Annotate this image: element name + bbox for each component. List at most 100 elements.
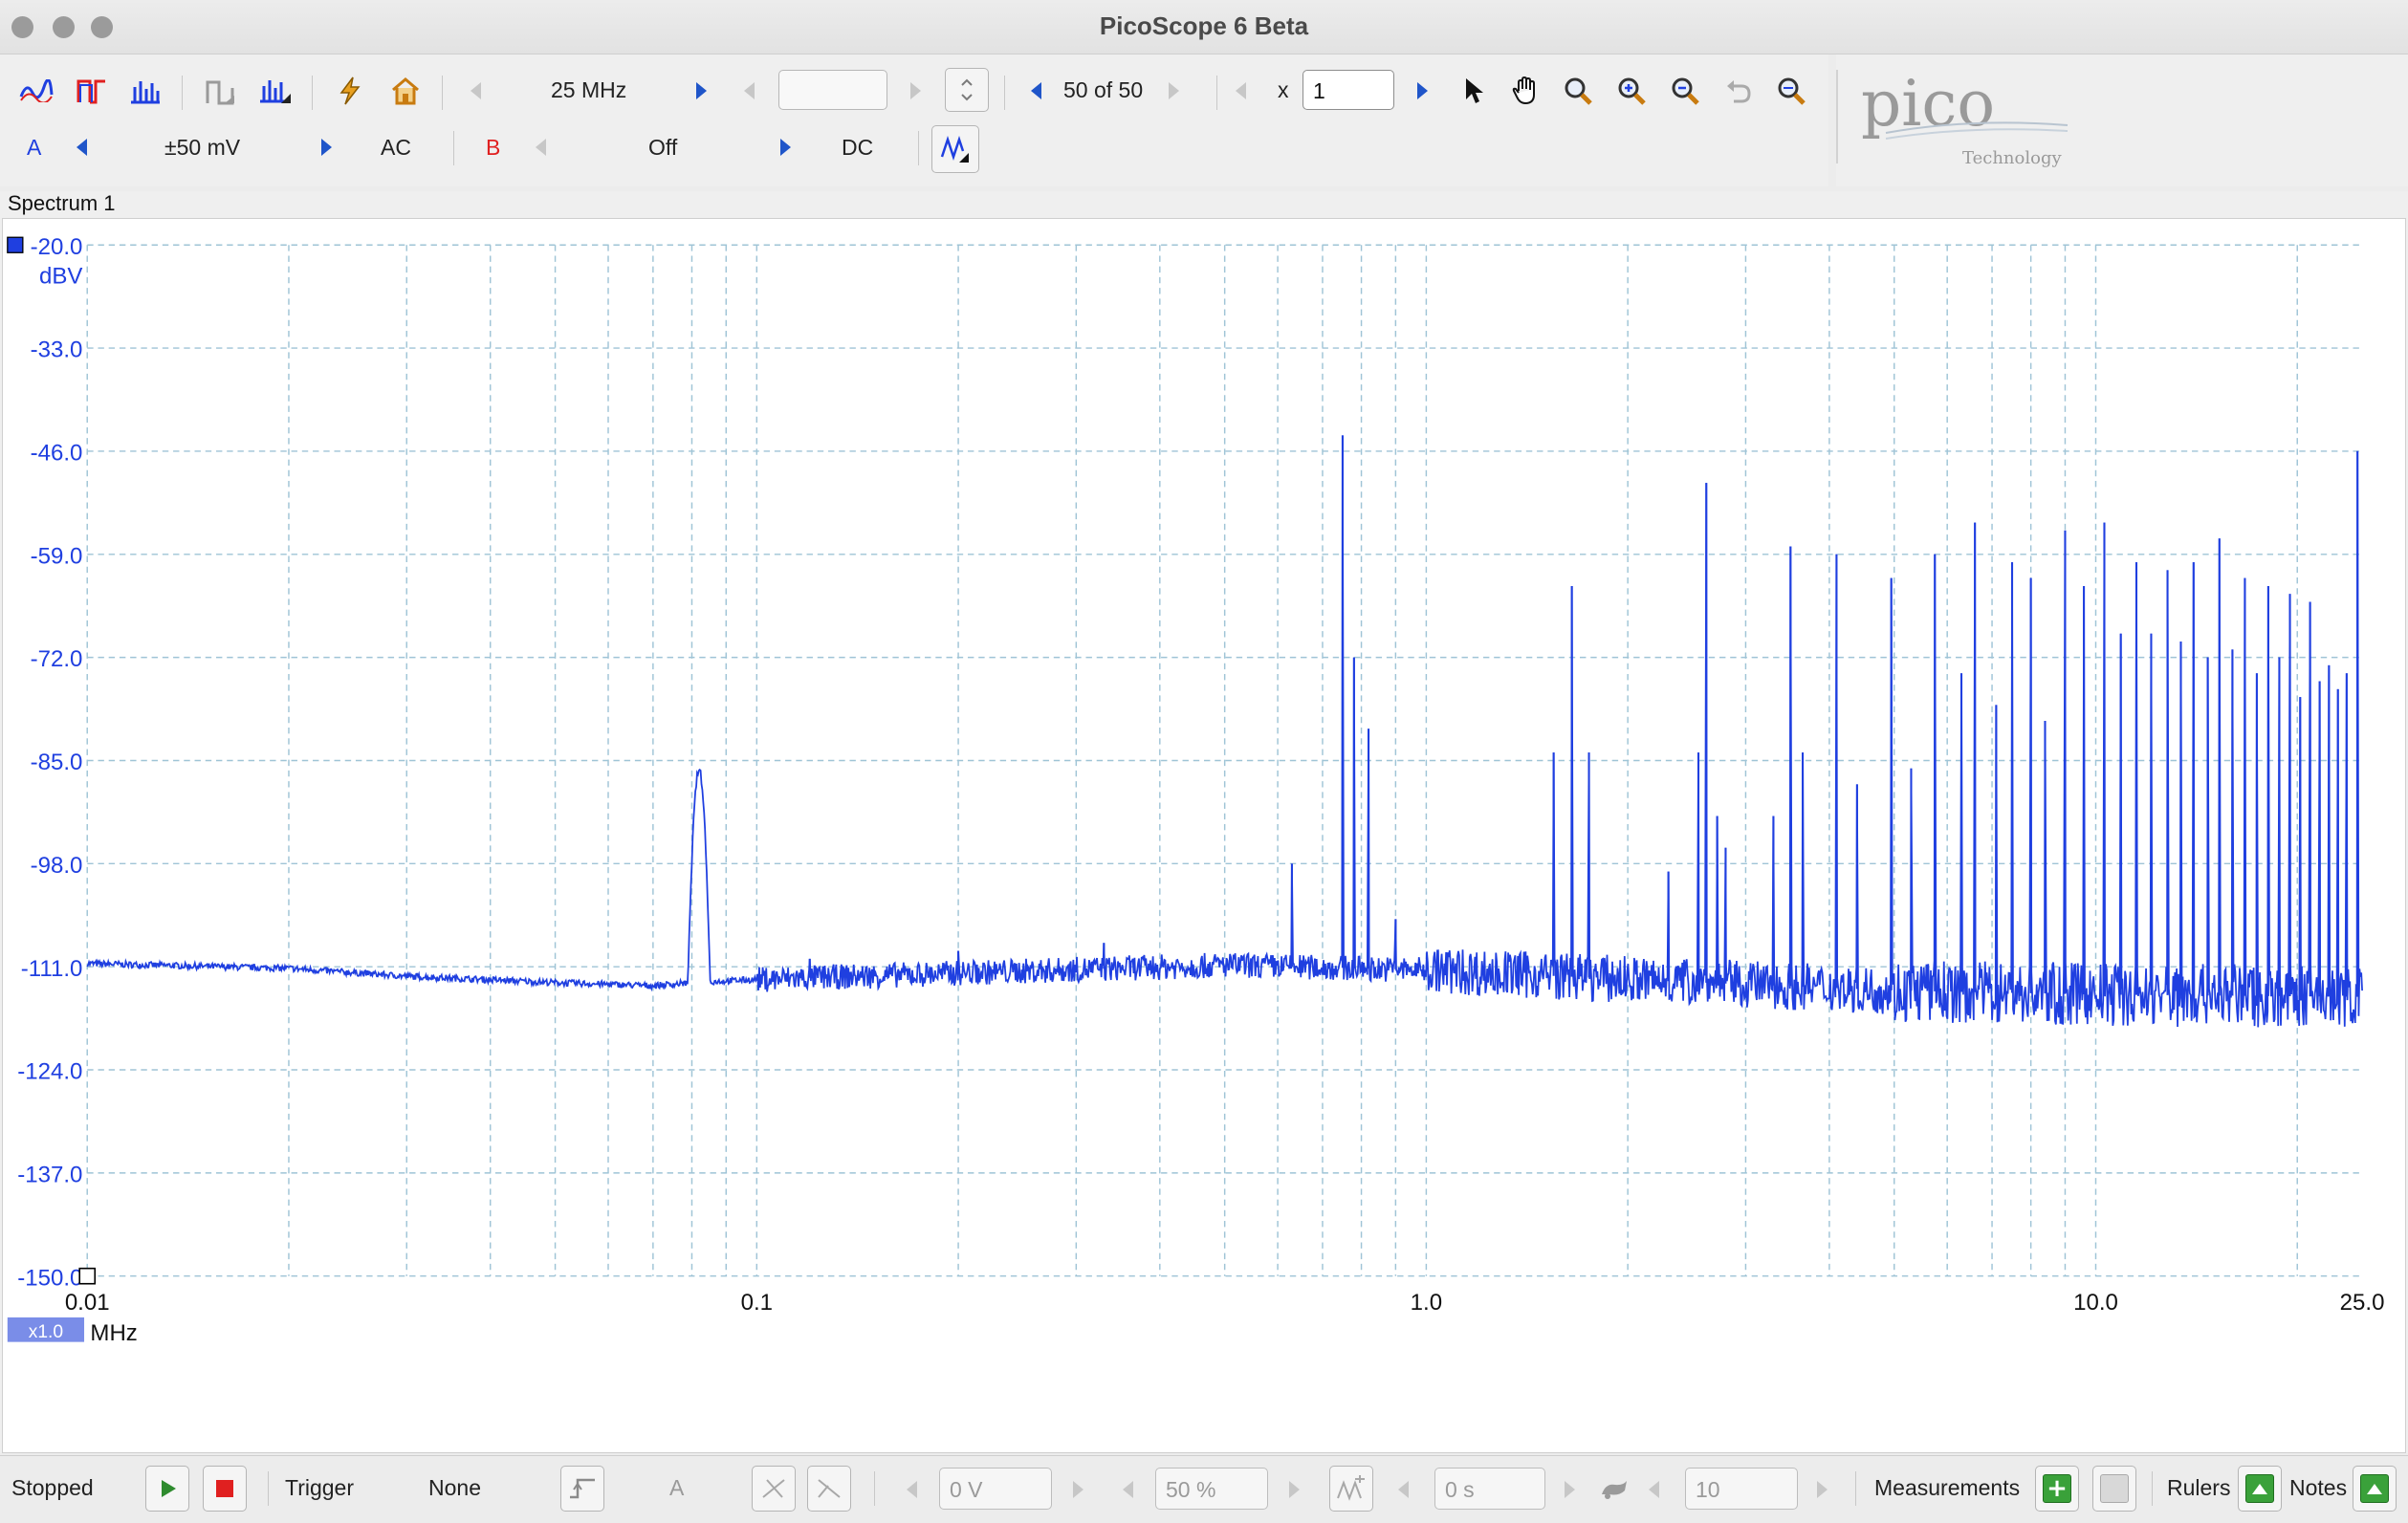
capture-count: 50 of 50: [1063, 77, 1144, 102]
status-bar: Stopped Trigger None A 0 V 50 % 0 s 10 M…: [0, 1455, 2408, 1523]
pointer-icon[interactable]: [1456, 72, 1494, 110]
rearm-icon: [1595, 1469, 1633, 1508]
delay-prev[interactable]: [1398, 1481, 1409, 1498]
spectrum-mode-icon[interactable]: [126, 72, 164, 110]
y-tick-label: -20.0: [31, 234, 83, 260]
y-tick-label: -111.0: [21, 956, 83, 982]
trigger-channel[interactable]: A: [669, 1475, 684, 1501]
zoom-input[interactable]: 1: [1303, 70, 1394, 110]
minus-icon: [2100, 1474, 2129, 1503]
channel-a-range-next[interactable]: [321, 139, 332, 156]
trigger-label: Trigger: [285, 1475, 354, 1500]
scope-mode-icon[interactable]: [17, 72, 55, 110]
field-next-button[interactable]: [910, 82, 921, 99]
rulers-button[interactable]: [2238, 1466, 2282, 1512]
bandwidth-next-button[interactable]: [696, 82, 707, 99]
x-tick-label: 1.0: [1411, 1290, 1442, 1316]
position-prev[interactable]: [1123, 1481, 1133, 1498]
threshold-next[interactable]: [1073, 1481, 1084, 1498]
channel-b-range-prev[interactable]: [536, 139, 546, 156]
zoom-fit-icon[interactable]: [1773, 72, 1811, 110]
persistence-mode-icon[interactable]: [73, 72, 111, 110]
bandwidth-value: 25 MHz: [551, 77, 627, 102]
stop-button[interactable]: [203, 1466, 247, 1512]
field-prev-button[interactable]: [744, 82, 755, 99]
rearm-field[interactable]: 10: [1685, 1468, 1798, 1510]
y-axis-unit: dBV: [39, 263, 82, 289]
spectrum-view-icon[interactable]: [201, 72, 239, 110]
rearm-next[interactable]: [1817, 1481, 1828, 1498]
x-tick-label: 25.0: [2340, 1290, 2385, 1316]
y-tick-label: -46.0: [31, 441, 83, 467]
hand-icon[interactable]: [1507, 72, 1545, 110]
rearm-prev[interactable]: [1649, 1481, 1659, 1498]
falling-edge-button[interactable]: [807, 1466, 851, 1512]
stop-icon: [216, 1480, 233, 1497]
channel-a-range[interactable]: ±50 mV: [164, 135, 240, 161]
channel-b-range[interactable]: Off: [648, 135, 677, 161]
remove-measurement-button[interactable]: [2092, 1466, 2136, 1512]
zoom-out-icon[interactable]: [1666, 72, 1704, 110]
rising-edge-icon: [762, 1479, 785, 1498]
play-icon: [162, 1480, 176, 1497]
add-measurement-button[interactable]: +: [2035, 1466, 2079, 1512]
threshold-field[interactable]: 0 V: [939, 1468, 1052, 1510]
y-tick-label: -59.0: [31, 543, 83, 569]
rising-edge-button[interactable]: [752, 1466, 796, 1512]
spectrum-panel: Spectrum 1 -20.0 -33.0 -46.0 -59.0 -72.0 -85.…: [0, 191, 2408, 1453]
zoom-badge-label: x1.0: [29, 1322, 63, 1342]
y-tick-label: -150.0: [17, 1265, 82, 1291]
signal-generator-icon[interactable]: [331, 72, 369, 110]
start-button[interactable]: [145, 1466, 189, 1512]
spectrum-options-icon[interactable]: [256, 72, 295, 110]
expand-up-icon: [2245, 1474, 2274, 1503]
undo-zoom-icon[interactable]: [1719, 72, 1758, 110]
logo-area: pico Technology: [1836, 54, 2408, 186]
channel-b-label[interactable]: B: [486, 135, 500, 161]
falling-edge-icon: [818, 1479, 841, 1498]
title-bar: PicoScope 6 Beta: [0, 0, 2408, 54]
trigger-edge-icon: [570, 1478, 595, 1499]
x-axis-unit: MHz: [90, 1320, 137, 1346]
trigger-mode[interactable]: None: [428, 1475, 481, 1501]
delay-next[interactable]: [1565, 1481, 1575, 1498]
empty-field[interactable]: [778, 70, 887, 110]
plot-area[interactable]: -20.0 -33.0 -46.0 -59.0 -72.0 -85.0 -98.0 -111.…: [2, 218, 2406, 1453]
channel-a-marker: [7, 236, 24, 253]
zoom-prev-button[interactable]: [1236, 82, 1246, 99]
home-icon[interactable]: [386, 72, 425, 110]
position-field[interactable]: 50 %: [1155, 1468, 1268, 1510]
window-title: PicoScope 6 Beta: [1099, 11, 1309, 40]
threshold-prev[interactable]: [907, 1481, 917, 1498]
zoom-prefix: x: [1278, 77, 1289, 102]
channel-b-coupling[interactable]: DC: [842, 135, 873, 161]
channel-b-range-next[interactable]: [780, 139, 791, 156]
delay-field[interactable]: 0 s: [1434, 1468, 1545, 1510]
zoom-in-icon[interactable]: [1612, 72, 1651, 110]
toolbar-row-capture: 25 MHz 50 of 50 x 1: [0, 54, 1828, 112]
zoom-next-button[interactable]: [1417, 82, 1428, 99]
capture-next-button[interactable]: [1169, 82, 1179, 99]
toolbar-row-channels: A ±50 mV AC B Off DC: [0, 120, 1828, 177]
axis-origin-marker: [78, 1267, 97, 1285]
x-tick-label: 0.1: [741, 1290, 773, 1316]
bandwidth-prev-button[interactable]: [471, 82, 481, 99]
channel-a-coupling[interactable]: AC: [381, 135, 411, 161]
y-tick-label: -72.0: [31, 646, 83, 672]
spectrum-chart[interactable]: -20.0 -33.0 -46.0 -59.0 -72.0 -85.0 -98.0 -111.…: [3, 219, 2405, 1452]
y-tick-label: -98.0: [31, 853, 83, 879]
advanced-trigger-icon: [1337, 1475, 1365, 1501]
position-next[interactable]: [1289, 1481, 1300, 1498]
trigger-type-button[interactable]: [560, 1466, 604, 1512]
zoom-icon[interactable]: [1559, 72, 1597, 110]
view-tab[interactable]: Spectrum 1: [8, 191, 116, 216]
channel-a-range-prev[interactable]: [77, 139, 87, 156]
capture-prev-button[interactable]: [1031, 82, 1041, 99]
stepper-button[interactable]: [945, 68, 989, 112]
channel-a-label[interactable]: A: [27, 135, 41, 161]
notes-button[interactable]: [2353, 1466, 2397, 1512]
x-tick-label: 0.01: [65, 1290, 110, 1316]
advanced-trigger-button[interactable]: [1329, 1466, 1373, 1512]
channel-options-button[interactable]: [931, 125, 979, 173]
y-tick-label: -33.0: [31, 337, 83, 363]
